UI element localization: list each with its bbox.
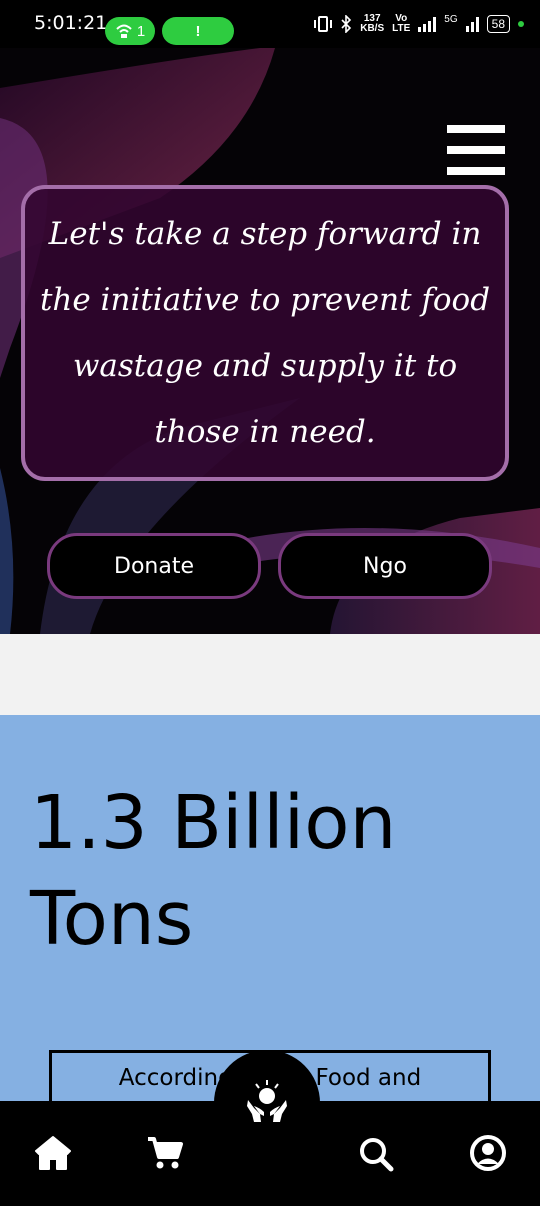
status-dot — [518, 21, 524, 27]
nav-home[interactable] — [34, 1135, 74, 1175]
speed-unit: KB/S — [360, 23, 385, 34]
status-time: 5:01:21 — [34, 12, 108, 34]
home-icon — [35, 1136, 71, 1170]
hotspot-icon — [116, 24, 132, 38]
alert-icon: ! — [195, 22, 201, 40]
battery-indicator: 58 — [486, 15, 510, 33]
cart-icon — [148, 1137, 183, 1169]
nav-profile[interactable] — [468, 1133, 508, 1173]
status-bar: 5:01:21 1 ! 137 KB/S Vo LTE 5G 58 — [0, 0, 540, 48]
search-icon — [360, 1138, 394, 1172]
stat-heading: 1.3 Billion Tons — [30, 780, 397, 962]
bluetooth-icon — [341, 15, 352, 33]
quote-card: Let's take a step forward in the initiat… — [21, 185, 509, 481]
hotspot-count: 1 — [136, 22, 146, 40]
vibrate-icon — [314, 16, 333, 32]
volte-indicator: Vo LTE — [392, 14, 410, 34]
status-icons: 137 KB/S Vo LTE 5G 58 — [314, 14, 524, 34]
ngo-button[interactable]: Ngo — [278, 533, 492, 599]
menu-bar-top — [447, 125, 505, 133]
menu-bar-bottom — [447, 167, 505, 175]
menu-button[interactable] — [447, 125, 505, 175]
profile-icon — [470, 1135, 506, 1171]
network-type: 5G — [444, 14, 458, 25]
alert-pill[interactable]: ! — [162, 17, 234, 45]
donate-hands-icon — [247, 1080, 287, 1122]
signal-5g-icon — [465, 16, 479, 32]
menu-bar-middle — [447, 146, 505, 154]
donate-button[interactable]: Donate — [47, 533, 261, 599]
donate-fab-button[interactable] — [214, 1050, 320, 1156]
nav-search[interactable] — [357, 1135, 397, 1175]
hotspot-pill[interactable]: 1 — [105, 17, 155, 45]
volte-bottom: LTE — [392, 23, 411, 34]
signal-icon — [418, 16, 437, 32]
network-speed: 137 KB/S — [360, 14, 384, 34]
hero-section: Let's take a step forward in the initiat… — [0, 48, 540, 634]
quote-text: Let's take a step forward in the initiat… — [39, 216, 491, 450]
nav-cart[interactable] — [146, 1135, 186, 1175]
